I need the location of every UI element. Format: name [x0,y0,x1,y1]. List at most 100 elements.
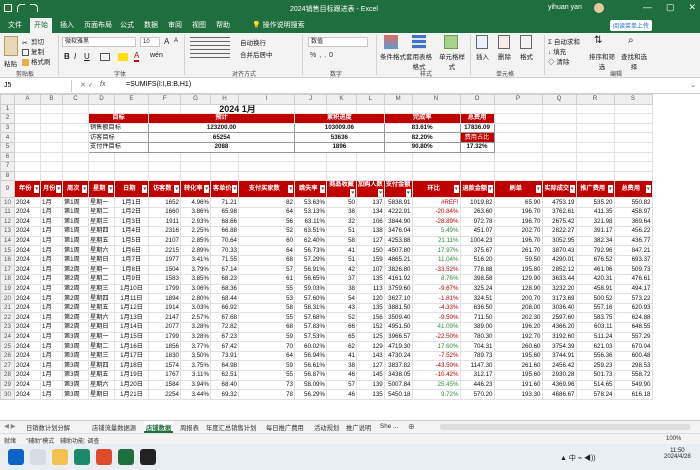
table-cell[interactable]: 56.61% [294,360,327,372]
table-cell[interactable]: 972.78 [459,216,495,228]
cell[interactable] [459,151,495,163]
table-cell[interactable]: 3232.20 [541,283,577,295]
table-cell[interactable]: 4369.96 [541,379,577,391]
table-cell[interactable]: 第1周 [62,245,89,256]
table-cell[interactable]: 535.20 [575,197,615,208]
table-cell[interactable]: 68 [238,322,295,333]
table-cell[interactable]: 68.23 [210,274,239,285]
table-cell[interactable]: 1月 [40,389,63,400]
table-cell[interactable]: 2024 [14,293,41,304]
cell[interactable] [326,151,357,163]
filter-dropdown-icon[interactable]: ▾ [487,185,493,194]
clock[interactable]: 11:50 2024/4/28 [664,448,691,460]
table-cell[interactable]: 2024 [14,254,41,266]
horizontal-scrollbar[interactable] [440,424,690,430]
table-cell[interactable]: 53.63% [294,197,327,208]
cell[interactable] [14,141,41,153]
cell[interactable] [14,122,41,134]
insert-cells-button[interactable]: 插入 [476,51,489,61]
table-header-cell[interactable]: 实际成交 ▾ [541,180,577,199]
cell[interactable] [88,103,115,115]
table-cell[interactable]: 41 [326,350,357,362]
table-cell[interactable]: 82 [238,197,295,208]
cell[interactable] [575,170,615,182]
cell[interactable] [613,122,653,134]
table-cell[interactable]: 648.55 [613,322,653,333]
table-cell[interactable]: 59 [238,331,295,343]
conditional-format-button[interactable]: 条件格式 [380,51,406,61]
table-cell[interactable]: 62.51 [210,370,239,381]
fill-color-icon[interactable] [118,53,128,61]
file-explorer-icon[interactable] [52,449,68,465]
cell[interactable] [541,113,577,124]
cell[interactable] [180,170,211,182]
kpi-progress[interactable]: 53636 [294,132,385,143]
table-cell[interactable]: 2024 [14,206,41,218]
table-cell[interactable]: 2316 [148,226,181,237]
filter-dropdown-icon[interactable]: ▾ [34,185,39,194]
cell[interactable] [613,170,653,182]
table-cell[interactable]: 2597.60 [541,312,577,324]
table-cell[interactable]: 107 [356,264,385,276]
table-cell[interactable]: 星期六 [88,312,115,324]
table-cell[interactable]: 星期一 [88,331,115,343]
row-header[interactable]: 13 [0,226,15,237]
sheet-nav-arrows[interactable]: ◀ ▶ [4,423,15,430]
cell[interactable] [88,161,115,172]
table-cell[interactable]: 59.03% [294,283,327,295]
table-cell[interactable]: 64 [238,245,295,256]
table-cell[interactable]: 324.51 [459,293,495,304]
cell[interactable] [383,103,413,115]
row-header[interactable]: 11 [0,206,15,218]
table-format-button[interactable]: 套用表格格式 [406,51,432,71]
table-cell[interactable]: 67.14 [210,264,239,276]
font-family-combo[interactable]: 微软雅黑 [62,37,136,47]
table-header-cell[interactable]: 客单价 ▾ [210,180,239,199]
table-cell[interactable]: 4507.80 [383,245,413,256]
table-cell[interactable]: 1月18日 [114,360,149,372]
share-button[interactable]: 阅读菜单上传 [610,20,653,31]
table-cell[interactable]: 58 [238,302,295,314]
table-cell[interactable]: 56.29% [294,389,327,400]
filter-dropdown-icon[interactable]: ▾ [378,189,383,197]
cell[interactable] [40,141,63,153]
table-cell[interactable]: 1月 [40,235,63,247]
table-cell[interactable]: 263.60 [459,206,495,218]
table-cell[interactable]: -20.84% [411,206,461,218]
table-cell[interactable]: 509.73 [613,264,653,276]
table-cell[interactable]: 1004.23 [459,235,495,247]
table-cell[interactable]: 1月17日 [114,350,149,362]
table-cell[interactable]: -28.89% [411,216,461,228]
table-cell[interactable]: 51 [326,226,357,237]
cell[interactable] [210,161,239,172]
table-cell[interactable]: 2024 [14,197,41,208]
table-cell[interactable]: 195.60 [493,350,543,362]
table-cell[interactable]: 59 [238,360,295,372]
table-cell[interactable]: 星期四 [88,360,115,372]
table-cell[interactable]: 54 [326,293,357,304]
row-header[interactable]: 25 [0,341,15,352]
table-cell[interactable]: 60 [238,235,295,247]
table-cell[interactable]: 1月 [40,302,63,314]
table-cell[interactable]: 3759.60 [383,283,413,295]
table-cell[interactable]: 2.89% [180,245,211,256]
table-cell[interactable]: 53 [238,293,295,304]
table-cell[interactable]: 68 [238,254,295,266]
table-cell[interactable]: 3173.69 [541,293,577,304]
table-cell[interactable]: 129 [356,341,385,352]
filter-dropdown-icon[interactable]: ▾ [350,189,355,197]
table-cell[interactable]: 9.72% [411,389,461,400]
cell[interactable] [613,113,653,124]
cell[interactable] [411,170,461,182]
sort-filter-button[interactable]: 排序和筛选 [588,51,616,71]
table-cell[interactable]: 129.90 [493,274,543,285]
cell[interactable] [493,151,543,163]
table-cell[interactable]: 2024 [14,283,41,295]
table-cell[interactable]: 68.66 [210,216,239,228]
table-cell[interactable]: 3966.57 [383,331,413,343]
table-cell[interactable]: 3.03% [180,302,211,314]
table-cell[interactable]: 3.28% [180,331,211,343]
cell-styles-button[interactable]: 单元格样式 [436,51,468,71]
table-cell[interactable]: 636.50 [459,302,495,314]
table-cell[interactable]: 2024 [14,302,41,314]
